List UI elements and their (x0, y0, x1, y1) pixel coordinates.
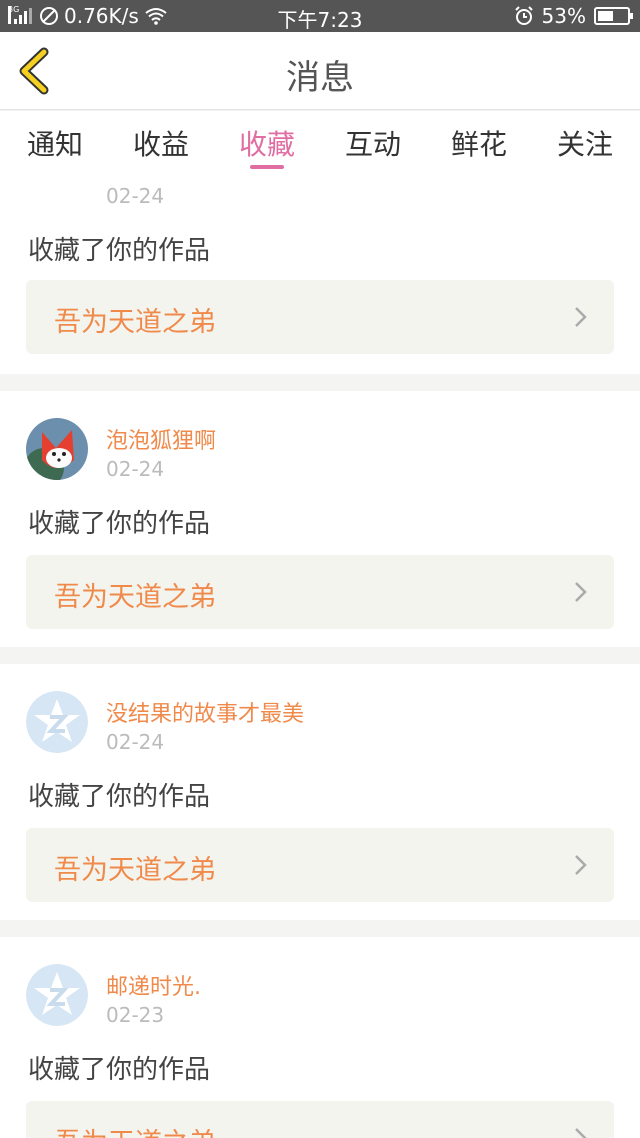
status-bar: 3G 0.76K/s 下午7:23 53% (0, 0, 640, 32)
fox-avatar-icon[interactable] (26, 418, 88, 480)
tab-earnings[interactable]: 收益 (116, 123, 206, 171)
chevron-right-icon (575, 582, 587, 602)
work-title: 吾为天道之弟 (54, 1121, 216, 1138)
list-item: 没结果的故事才最美 02-24 收藏了你的作品 吾为天道之弟 (0, 664, 640, 920)
alarm-icon (514, 6, 533, 25)
penguin-avatar-icon[interactable] (26, 173, 88, 175)
work-title: 吾为天道之弟 (54, 582, 216, 613)
page-title: 消息 (286, 58, 354, 98)
action-text: 收藏了你的作品 (28, 782, 211, 812)
action-text: 收藏了你的作品 (28, 509, 211, 539)
status-right: 53% (514, 4, 633, 28)
work-link[interactable]: 吾为天道之弟 (26, 1101, 614, 1138)
battery-icon (594, 7, 633, 25)
back-arrow-icon (19, 47, 49, 95)
list-item: 02-24 收藏了你的作品 吾为天道之弟 (0, 173, 640, 374)
tab-notifications[interactable]: 通知 (10, 123, 100, 171)
username[interactable]: 没结果的故事才最美 (106, 696, 304, 728)
favorites-feed[interactable]: 02-24 收藏了你的作品 吾为天道之弟 泡泡狐狸啊 02-24 收藏了你的作品 (0, 173, 640, 1138)
username[interactable]: 邮递时光. (106, 969, 201, 1001)
favorite-date: 02-23 (106, 1003, 165, 1027)
navigation-bar: 消息 (0, 32, 640, 110)
back-button[interactable] (14, 46, 58, 96)
tab-favorites[interactable]: 收藏 (222, 123, 312, 171)
action-text: 收藏了你的作品 (28, 236, 211, 266)
work-link[interactable]: 吾为天道之弟 (26, 828, 614, 902)
default-star-avatar-icon[interactable] (26, 964, 88, 1026)
work-link[interactable]: 吾为天道之弟 (26, 555, 614, 629)
list-item: 泡泡狐狸啊 02-24 收藏了你的作品 吾为天道之弟 (0, 391, 640, 647)
chevron-right-icon (575, 1128, 587, 1138)
list-item: 邮递时光. 02-23 收藏了你的作品 吾为天道之弟 (0, 937, 640, 1138)
chevron-right-icon (575, 307, 587, 327)
favorite-date: 02-24 (106, 730, 165, 754)
tab-follows[interactable]: 关注 (540, 123, 630, 171)
tab-flowers[interactable]: 鲜花 (434, 123, 524, 171)
default-star-avatar-icon[interactable] (26, 691, 88, 753)
work-title: 吾为天道之弟 (54, 307, 216, 338)
favorite-date: 02-24 (106, 457, 165, 481)
tab-bar: 通知 收益 收藏 互动 鲜花 关注 (0, 111, 640, 173)
work-title: 吾为天道之弟 (54, 855, 216, 886)
tab-interactions[interactable]: 互动 (328, 123, 418, 171)
work-link[interactable]: 吾为天道之弟 (26, 280, 614, 354)
username[interactable]: 泡泡狐狸啊 (106, 423, 216, 455)
battery-percent: 53% (541, 4, 586, 28)
action-text: 收藏了你的作品 (28, 1055, 211, 1085)
chevron-right-icon (575, 855, 587, 875)
favorite-date: 02-24 (106, 184, 165, 208)
